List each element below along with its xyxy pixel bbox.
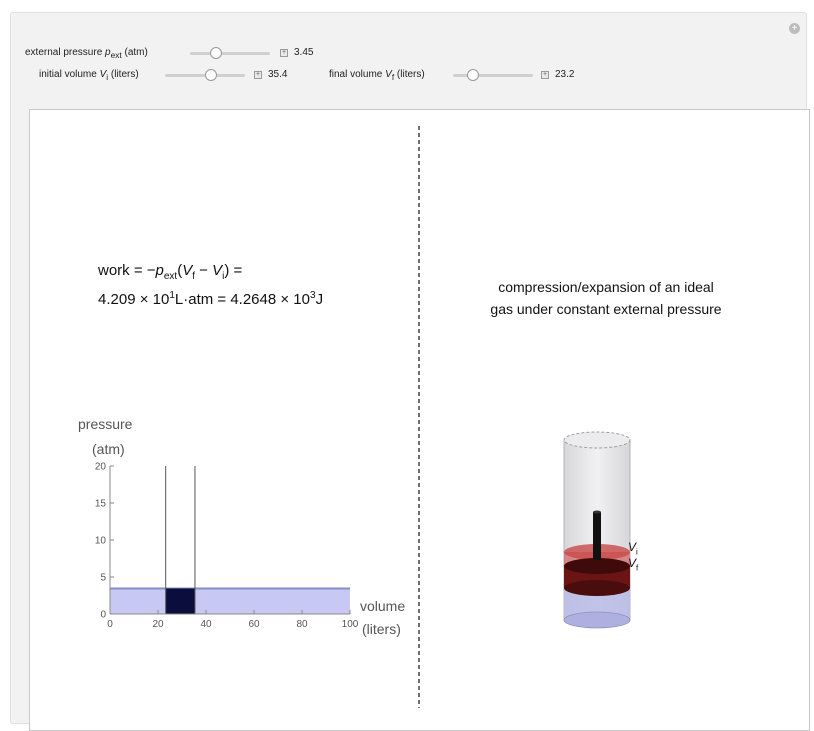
x-tick-label: 20 <box>152 619 164 630</box>
final-volume-value: 23.2 <box>555 69 575 80</box>
dashed-divider <box>418 126 420 708</box>
caption-line1: compression/expansion of an ideal <box>498 279 714 295</box>
y-axis-title-line1: pressure <box>78 416 133 432</box>
options-plus-icon[interactable]: + <box>789 23 800 34</box>
final-volume-slider-thumb[interactable] <box>467 69 479 81</box>
x-tick-label: 0 <box>107 619 113 630</box>
x-axis-title-line2: (liters) <box>362 621 401 637</box>
x-tick-label: 100 <box>342 619 359 630</box>
x-tick-label: 80 <box>296 619 308 630</box>
initial-volume-label: initial volume Vi (liters) <box>39 69 139 82</box>
vi-marker-label: Vi <box>628 540 638 557</box>
work-area <box>165 588 195 614</box>
x-axis-title-line1: volume <box>360 598 406 614</box>
y-tick-label: 0 <box>100 610 106 621</box>
external-pressure-slider-thumb[interactable] <box>210 47 222 59</box>
output-canvas: work = −pext(Vf − Vi) = 4.209 × 101L·atm… <box>29 109 810 731</box>
external-pressure-value: 3.45 <box>294 47 314 58</box>
final-volume-slider[interactable] <box>453 69 533 81</box>
initial-volume-slider[interactable] <box>165 69 245 81</box>
x-tick-label: 60 <box>248 619 260 630</box>
y-axis-title-line2: (atm) <box>92 441 125 457</box>
external-pressure-control: external pressure pext (atm) + 3.45 <box>25 46 345 62</box>
caption-line2: gas under constant external pressure <box>490 301 722 317</box>
x-tick-label: 40 <box>200 619 212 630</box>
final-volume-label: final volume Vf (liters) <box>329 69 425 82</box>
work-equation-line2: 4.209 × 101L·atm = 4.2648 × 103J <box>98 290 324 308</box>
demonstration-panel: + external pressure pext (atm) + 3.45 in… <box>10 12 810 731</box>
initial-volume-slider-thumb[interactable] <box>205 69 217 81</box>
initial-volume-expand-icon[interactable]: + <box>254 71 262 79</box>
pressure-volume-chart: 0 5 10 15 20 0 20 40 60 80 100 <box>95 462 359 631</box>
vf-marker-label: Vf <box>628 556 639 573</box>
pressure-area <box>110 588 350 614</box>
external-pressure-label: external pressure pext (atm) <box>25 47 148 60</box>
final-volume-expand-icon[interactable]: + <box>541 71 549 79</box>
y-tick-label: 10 <box>95 536 107 547</box>
piston-cylinder <box>563 431 631 629</box>
external-pressure-expand-icon[interactable]: + <box>280 49 288 57</box>
y-tick-label: 5 <box>100 573 106 584</box>
y-tick-label: 20 <box>95 462 107 473</box>
caption: compression/expansion of an ideal gas un… <box>446 276 766 320</box>
initial-volume-value: 35.4 <box>268 69 288 80</box>
external-pressure-slider[interactable] <box>190 47 270 59</box>
final-volume-control: final volume Vf (liters) + 23.2 <box>329 68 589 84</box>
y-tick-label: 15 <box>95 499 107 510</box>
initial-volume-control: initial volume Vi (liters) + 35.4 <box>39 68 329 84</box>
work-equation-line1: work = −pext(Vf − Vi) = <box>98 262 243 282</box>
